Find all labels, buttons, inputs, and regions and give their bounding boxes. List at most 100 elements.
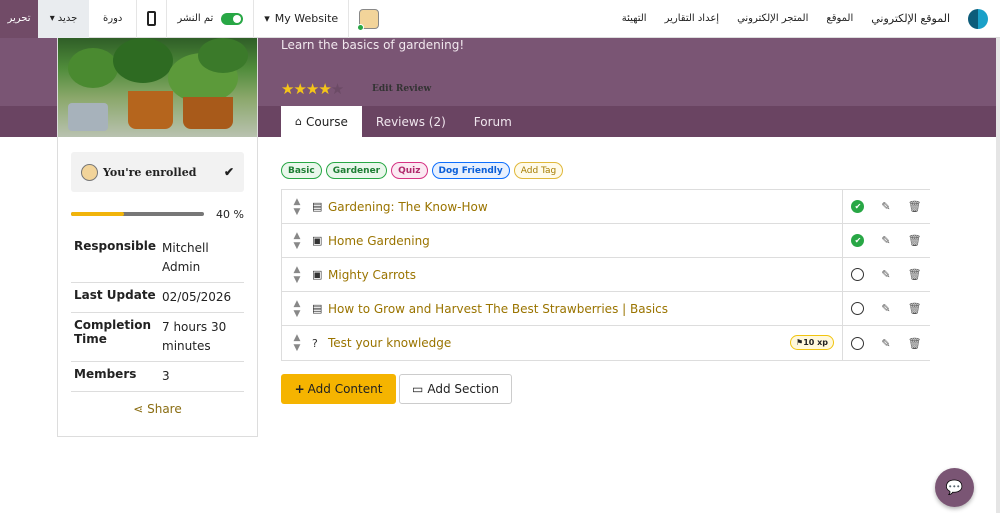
content-title[interactable]: How to Grow and Harvest The Best Strawbe… [328, 302, 842, 316]
share-icon: ⋖ [133, 402, 148, 416]
plus-icon: + [294, 382, 305, 396]
trash-icon[interactable]: 🗑 [908, 200, 922, 213]
list-item: ▲ ▼ ▤ How to Grow and Harvest The Best St… [282, 291, 930, 326]
tag-gardener[interactable]: Gardener [325, 162, 388, 179]
tag-dog-friendly[interactable]: Dog Friendly [431, 162, 510, 179]
share-button[interactable]: ⋖ Share [58, 402, 257, 416]
xp-badge: ⚑ 10 xp [790, 335, 834, 350]
add-tag-button[interactable]: Add Tag [513, 162, 564, 179]
avatar [357, 8, 380, 31]
list-item: ▲ ▼ ▤ Gardening: The Know-How ✔ ✎ 🗑 [282, 189, 930, 224]
progress-fill [71, 212, 125, 216]
chat-icon: 💬 [945, 479, 964, 496]
incomplete-circle-icon[interactable] [851, 336, 865, 350]
progress-label: 40 % [216, 208, 244, 221]
add-content-button[interactable]: + Add Content [281, 374, 396, 404]
menu-item-ecommerce[interactable]: المتجر الإلكتروني [737, 13, 808, 24]
trash-icon[interactable]: 🗑 [908, 302, 922, 315]
flag-icon: ⚑ [796, 338, 804, 347]
info-row: Responsible Mitchell Admin [71, 234, 244, 283]
caret-down-icon: ▾ [264, 12, 270, 25]
info-row: Completion Time 7 hours 30 minutes [71, 313, 244, 362]
content-actions: ✔ ✎ 🗑 [842, 189, 930, 224]
trash-icon[interactable]: 🗑 [908, 268, 922, 281]
drag-handle-icon[interactable]: ▲ ▼ [282, 333, 312, 353]
website-switcher[interactable]: ▾ My Website [254, 0, 350, 38]
pencil-icon[interactable]: ✎ [881, 200, 890, 213]
add-section-button[interactable]: ▭ Add Section [399, 374, 512, 404]
incomplete-circle-icon[interactable] [851, 268, 865, 281]
trash-icon[interactable]: 🗑 [908, 337, 922, 350]
course-sidebar: You're enrolled ✔ 40 % Responsible Mitche… [57, 38, 258, 437]
drag-handle-icon[interactable]: ▲ ▼ [282, 299, 312, 319]
incomplete-circle-icon[interactable] [851, 302, 865, 315]
list-item: ▲ ▼ ▣ Home Gardening ✔ ✎ 🗑 [282, 223, 930, 258]
course-image [58, 38, 257, 137]
quiz-icon: ? [312, 336, 318, 350]
list-item: ▲ ▼ ? Test your knowledge ⚑ 10 xp ✎ 🗑 [282, 326, 930, 360]
home-icon: ⌂ [295, 115, 302, 128]
image-icon: ▣ [312, 234, 323, 247]
tag-basic[interactable]: Basic [281, 162, 322, 179]
content-actions: ✎ 🗑 [842, 291, 930, 326]
mobile-icon [147, 11, 157, 26]
avatar [81, 163, 98, 181]
content-list: ▲ ▼ ▤ Gardening: The Know-How ✔ ✎ 🗑 ▲ ▼ ▣ … [281, 189, 930, 361]
content-title[interactable]: Gardening: The Know-How [328, 200, 842, 214]
course-info-table: Responsible Mitchell Admin Last Update 02/… [71, 234, 244, 392]
new-button[interactable]: ▾ جديد [38, 0, 89, 38]
user-avatar[interactable] [349, 0, 389, 38]
tab-reviews[interactable]: Reviews (2) [362, 106, 460, 137]
pencil-icon[interactable]: ✎ [881, 268, 890, 281]
pencil-icon[interactable]: ✎ [881, 302, 890, 315]
info-row: Last Update 02/05/2026 [71, 283, 244, 313]
drag-handle-icon[interactable]: ▲ ▼ [282, 197, 312, 217]
progress-bar [71, 212, 204, 216]
caret-down-icon: ▾ [49, 13, 55, 24]
content-actions: ✎ 🗑 [842, 326, 930, 360]
menu-item-configuration[interactable]: التهيئة [622, 13, 647, 24]
mobile-preview-button[interactable] [137, 0, 168, 38]
content-title[interactable]: Home Gardening [328, 234, 842, 248]
main-menu: الموقع الإلكتروني الموقع المتجر الإلكترو… [622, 8, 1000, 29]
tab-course[interactable]: ⌂ Course [281, 106, 362, 137]
content-title[interactable]: Mighty Carrots [328, 268, 842, 282]
edit-review-link[interactable]: Edit Review [372, 84, 431, 94]
drag-handle-icon[interactable]: ▲ ▼ [282, 265, 312, 285]
chat-bubble-button[interactable]: 💬 [935, 468, 974, 507]
tag-quiz[interactable]: Quiz [391, 162, 428, 179]
image-icon: ▣ [312, 268, 323, 281]
course-tabs: ⌂ Course Reviews (2) Forum [281, 106, 526, 137]
pdf-icon: ▤ [312, 302, 323, 315]
list-item: ▲ ▼ ▣ Mighty Carrots ✎ 🗑 [282, 257, 930, 292]
top-navbar: تحرير ▾ جديد دورة تم النشر ▾ My Website ال… [0, 0, 1000, 38]
enrolled-status: You're enrolled ✔ [71, 152, 244, 192]
drag-handle-icon[interactable]: ▲ ▼ [282, 231, 312, 251]
info-row: Members 3 [71, 362, 244, 392]
menu-item-website[interactable]: الموقع الإلكتروني [871, 12, 950, 25]
edit-button[interactable]: تحرير [0, 0, 38, 38]
tab-forum[interactable]: Forum [460, 106, 526, 137]
course-description: Learn the basics of gardening! [281, 38, 465, 52]
pencil-icon[interactable]: ✎ [881, 234, 890, 247]
completed-check-icon[interactable]: ✔ [851, 200, 865, 213]
content-actions: ✎ 🗑 [842, 257, 930, 292]
folder-icon: ▭ [412, 382, 424, 396]
online-status-icon [357, 23, 365, 31]
pencil-icon[interactable]: ✎ [881, 337, 890, 350]
scrollbar[interactable] [996, 38, 1000, 513]
published-toggle[interactable]: تم النشر [167, 0, 255, 38]
app-logo-icon[interactable] [968, 8, 988, 29]
completed-check-icon[interactable]: ✔ [851, 234, 865, 247]
toggle-switch[interactable] [221, 12, 244, 25]
content-title[interactable]: Test your knowledge [328, 336, 842, 350]
trash-icon[interactable]: 🗑 [908, 234, 922, 247]
rating-stars[interactable]: ★★★★★ [281, 80, 344, 98]
pdf-icon: ▤ [312, 200, 323, 213]
content-actions: ✔ ✎ 🗑 [842, 223, 930, 258]
menu-item-site[interactable]: الموقع [826, 13, 853, 24]
course-tags: Basic Gardener Quiz Dog Friendly Add Tag [281, 162, 564, 179]
check-icon: ✔ [223, 165, 234, 179]
menu-item-reporting[interactable]: إعداد التقارير [665, 13, 719, 24]
session-link[interactable]: دورة [89, 0, 138, 38]
